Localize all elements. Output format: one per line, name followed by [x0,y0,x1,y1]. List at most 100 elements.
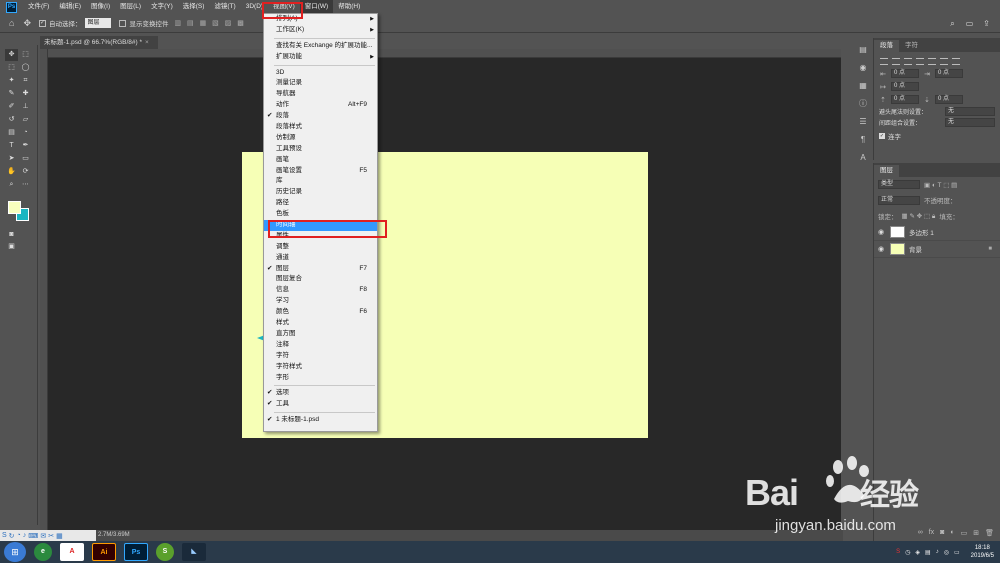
type-tool-icon[interactable]: T [5,140,18,152]
start-button[interactable]: ⊞ [4,542,26,562]
ime-icon[interactable]: ◔ [17,532,21,539]
artboard-tool-icon[interactable]: ⬚ [19,49,32,61]
align-center-icon[interactable] [892,58,900,65]
blur-tool-icon[interactable]: ◔ [19,127,32,139]
window-menu-item[interactable]: 图层复合 [264,274,377,285]
auto-select-checkbox[interactable]: ✓ 自动选择： [38,18,81,28]
align-buttons[interactable]: ▥ ▤ ▦ ▧ ▨ ▩ [174,19,245,27]
show-transform-checkbox[interactable]: 显示变换控件 [119,18,168,28]
taskbar-app-photoshop[interactable]: Ps [124,543,148,561]
lock-icons[interactable]: ▦ ✎ ✥ ⬚ 🔒︎ [902,212,936,221]
hyphenate-checkbox[interactable]: ✓ 连字 [874,128,1000,144]
window-menu-item[interactable]: 学习 [264,296,377,307]
info-icon[interactable]: ⓘ [856,98,870,110]
ime-icon[interactable]: ✉ [40,532,46,540]
filter-icons[interactable]: ▣ ◐ T ⬚ ▤ [924,181,957,189]
layer-row[interactable]: ◉ 背景 ■ [874,241,1000,258]
zoom-tool-icon[interactable]: ⌕ [5,179,18,191]
window-menu-item[interactable]: 工作区(K) ▶ [264,25,377,36]
crop-tool-icon[interactable]: ⌗ [19,75,32,87]
magic-wand-icon[interactable]: ✦ [5,75,18,87]
justify-icon[interactable] [940,58,948,65]
auto-select-dropdown[interactable]: 图层 [85,18,112,28]
menu-6[interactable]: 滤镜(T) [209,0,240,14]
blend-mode-dropdown[interactable]: 正常 [878,195,920,205]
rotate-view-icon[interactable]: ⟳ [19,166,32,178]
stamp-tool-icon[interactable]: ⊥ [19,101,32,113]
wechat-icon[interactable]: ◎ [944,549,949,556]
lasso-tool-icon[interactable]: ◯ [19,62,32,74]
window-menu-item[interactable]: 信息 F8 [264,285,377,296]
window-menu-item[interactable]: 扩展功能 ▶ [264,52,377,63]
clock[interactable]: 18:18 2019/6/5 [971,544,994,560]
menu-4[interactable]: 文字(Y) [146,0,178,14]
battery-icon[interactable]: ▭ [954,549,960,556]
window-menu-item[interactable]: 导航器 [264,89,377,100]
window-menu-item[interactable]: 调整 [264,242,377,253]
window-menu-item[interactable]: ✔ 工具 [264,399,377,410]
window-menu-item[interactable]: 测量记录 [264,78,377,89]
window-menu-item[interactable]: 查找有关 Exchange 的扩展功能... [264,41,377,52]
sogou-tray-icon[interactable]: S [896,549,900,555]
mojikumi-dropdown[interactable]: 无 [945,118,995,127]
window-menu-item[interactable]: 3D [264,68,377,79]
search-icon[interactable]: ⌕ [947,18,958,29]
network-icon[interactable]: ▤ [925,549,931,556]
pen-tool-icon[interactable]: ✒ [19,140,32,152]
document-tab[interactable]: 未标题-1.psd @ 66.7%(RGB/8#) * × [40,36,158,49]
gradient-tool-icon[interactable]: ▤ [5,127,18,139]
close-icon[interactable]: × [145,39,149,46]
align-right-icon[interactable] [904,58,912,65]
eraser-icon[interactable]: ▱ [19,114,32,126]
more-tools-icon[interactable]: ⋯ [19,179,32,191]
paragraph-align-buttons[interactable] [874,52,1000,67]
history-brush-icon[interactable]: ↺ [5,114,18,126]
ime-icon[interactable]: ▦ [56,532,63,540]
tab-character[interactable]: 字符 [899,40,924,52]
window-menu-item[interactable]: 通道 [264,253,377,264]
menu-2[interactable]: 图像(I) [86,0,115,14]
window-menu-item[interactable]: 库 [264,176,377,187]
window-menu-item[interactable]: 路径 [264,198,377,209]
justify-icon[interactable] [916,58,924,65]
window-menu-item[interactable]: 历史记录 [264,187,377,198]
quick-mask-icon[interactable]: ◙ [5,229,18,241]
mic-icon[interactable]: ♪ [23,532,27,539]
taskbar-app-sketch[interactable]: S [156,543,174,561]
window-menu-item[interactable]: 字符样式 [264,362,377,373]
eye-icon[interactable]: ◉ [878,228,886,236]
window-menu-item[interactable]: 动作 Alt+F9 [264,100,377,111]
healing-brush-icon[interactable]: ✚ [19,88,32,100]
space-after-input[interactable]: 0 点 [935,95,963,104]
menu-3[interactable]: 图层(L) [115,0,146,14]
layer-filter-dropdown[interactable]: 类型 [878,180,920,189]
character-icon[interactable]: A [856,152,870,164]
window-menu-item[interactable]: ✔ 图层 F7 [264,264,377,275]
marquee-tool-icon[interactable]: ⬚ [5,62,18,74]
window-menu-item[interactable]: 样式 [264,318,377,329]
window-menu-item[interactable]: 仿制源 [264,133,377,144]
move-tool-icon[interactable]: ✥ [23,18,31,29]
volume-icon[interactable]: ♪ [936,549,939,555]
keyboard-icon[interactable]: ⌨ [28,532,38,540]
justify-all-icon[interactable] [952,58,960,65]
menu-5[interactable]: 选择(S) [178,0,210,14]
sogou-icon[interactable]: S [2,532,7,539]
first-line-indent-input[interactable]: 0 点 [891,82,919,91]
color-swatches[interactable] [0,199,37,229]
menu-10[interactable]: 帮助(H) [333,0,365,14]
tab-paragraph[interactable]: 段落 [874,40,899,52]
menu-0[interactable]: 文件(F) [23,0,54,14]
window-menu-item[interactable]: 直方图 [264,329,377,340]
home-icon[interactable]: ⌂ [9,18,14,28]
foreground-color-swatch[interactable] [8,201,21,214]
window-menu-item[interactable]: 工具预设 [264,144,377,155]
screen-mode-icon[interactable]: ▣ [5,241,18,253]
window-menu-item[interactable]: 画笔 [264,155,377,166]
shield-icon[interactable]: ◈ [915,549,920,556]
window-menu-item[interactable]: 注释 [264,340,377,351]
window-menu-item[interactable]: 画笔设置 F5 [264,166,377,177]
indent-right-input[interactable]: 0 点 [935,69,963,78]
window-menu-item[interactable]: ✔ 选项 [264,388,377,399]
taskbar-app-illustrator[interactable]: Ai [92,543,116,561]
